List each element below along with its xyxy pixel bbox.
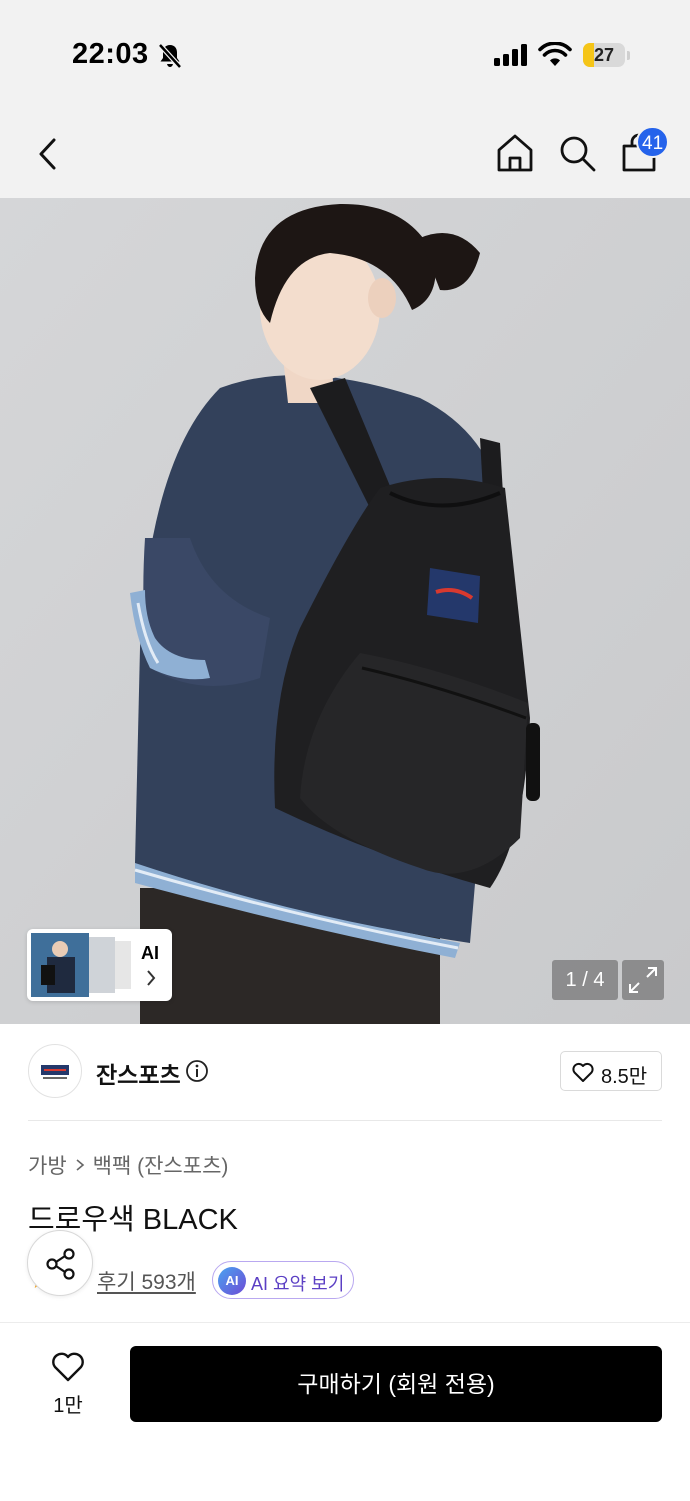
- wishlist-count: 1만: [53, 1395, 83, 1417]
- status-time: 22:03: [72, 38, 149, 70]
- chevron-left-icon: [39, 138, 56, 170]
- cellular-signal-icon: [494, 44, 530, 71]
- heart-icon: [52, 1352, 84, 1382]
- battery-indicator: 27: [583, 43, 625, 67]
- chevron-right-icon: [145, 969, 157, 992]
- brand-like-button[interactable]: 8.5만: [560, 1051, 662, 1091]
- breadcrumb-subcategory[interactable]: 백팩 (잔스포츠): [93, 1150, 229, 1180]
- wishlist-button[interactable]: 1만: [28, 1345, 108, 1423]
- search-button[interactable]: [556, 132, 598, 174]
- heart-icon: [572, 1062, 594, 1082]
- brand-name[interactable]: 잔스포츠: [96, 1056, 181, 1090]
- battery-cap: [627, 51, 630, 60]
- jansport-logo-icon: [41, 1065, 69, 1079]
- ai-badge: AI: [218, 1267, 246, 1295]
- home-button[interactable]: [494, 132, 536, 174]
- cart-count-badge: 41: [636, 126, 670, 158]
- share-button[interactable]: [27, 1230, 93, 1296]
- battery-percent: 27: [593, 45, 615, 65]
- brand-logo[interactable]: [28, 1044, 82, 1098]
- breadcrumb-category[interactable]: 가방: [28, 1150, 67, 1180]
- model-with-backpack-illustration: [0, 198, 690, 1024]
- muted-bell-icon: [157, 42, 183, 75]
- chevron-right-icon: [76, 1159, 84, 1171]
- buy-button[interactable]: 구매하기 (회원 전용): [130, 1346, 662, 1422]
- product-image[interactable]: [0, 198, 690, 1024]
- status-bar: 22:03 27: [0, 0, 690, 110]
- info-icon[interactable]: [185, 1059, 209, 1088]
- bottom-action-bar: 1만 구매하기 (회원 전용): [0, 1322, 690, 1501]
- brand-like-count: 8.5만: [601, 1066, 648, 1088]
- share-icon: [46, 1248, 75, 1280]
- back-button[interactable]: [28, 134, 68, 174]
- ai-thumbnail-card[interactable]: AI: [27, 929, 172, 1001]
- top-nav-bar: [0, 110, 690, 198]
- thumbnail-strip: [31, 933, 131, 997]
- breadcrumb: 가방 백팩 (잔스포츠): [28, 1150, 228, 1180]
- expand-image-button[interactable]: [622, 960, 664, 1000]
- image-counter: 1 / 4: [552, 960, 618, 1000]
- expand-icon: [629, 967, 657, 993]
- ai-summary-label: AI 요약 보기: [251, 1274, 345, 1294]
- ai-label: AI: [141, 943, 159, 963]
- review-link[interactable]: 후기 593개: [97, 1266, 196, 1296]
- wifi-icon: [538, 41, 572, 73]
- home-icon: [497, 134, 533, 172]
- ai-summary-button[interactable]: AI AI 요약 보기: [212, 1261, 354, 1299]
- search-icon: [560, 136, 596, 172]
- divider: [28, 1120, 662, 1121]
- brand-row: 잔스포츠 8.5만: [28, 1044, 662, 1100]
